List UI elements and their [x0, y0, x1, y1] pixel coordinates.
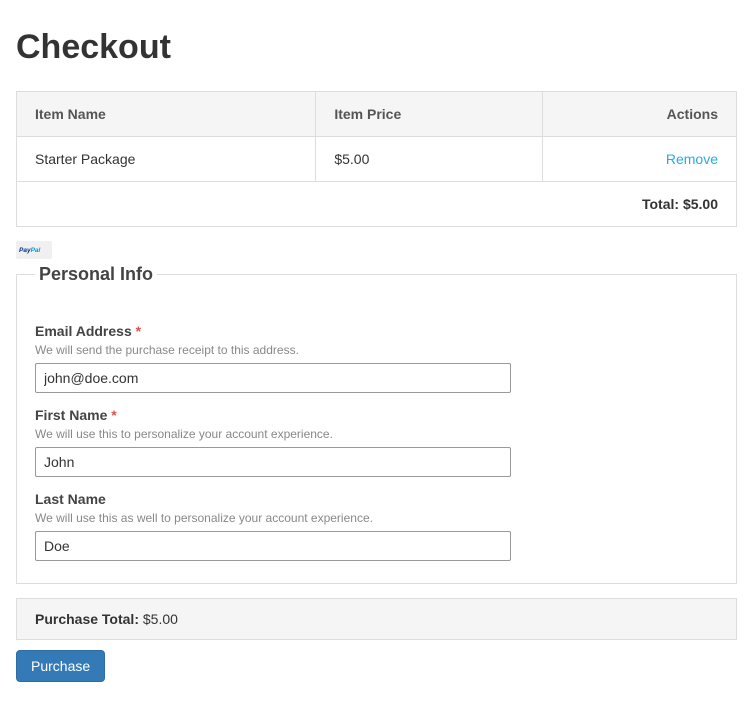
table-row: Starter Package $5.00 Remove — [17, 137, 737, 182]
col-item-name: Item Name — [17, 92, 316, 137]
personal-info-legend: Personal Info — [35, 264, 157, 285]
first-name-required: * — [111, 407, 116, 423]
first-name-label: First Name * — [35, 407, 718, 423]
personal-info-fieldset: Personal Info Email Address * We will se… — [16, 264, 737, 584]
cart-total-value: $5.00 — [683, 196, 718, 212]
last-name-label: Last Name — [35, 491, 718, 507]
paypal-icon: PayPal — [16, 241, 52, 259]
last-name-field[interactable] — [35, 531, 511, 561]
purchase-total-bar: Purchase Total: $5.00 — [16, 598, 737, 640]
email-field[interactable] — [35, 363, 511, 393]
last-name-help: We will use this as well to personalize … — [35, 511, 718, 525]
purchase-total-value: $5.00 — [143, 611, 178, 627]
remove-link[interactable]: Remove — [666, 151, 718, 167]
cart-total-row: Total: $5.00 — [17, 182, 737, 227]
cart-total-label: Total: — [642, 196, 679, 212]
first-name-help: We will use this to personalize your acc… — [35, 427, 718, 441]
email-required: * — [136, 323, 141, 339]
email-label: Email Address * — [35, 323, 718, 339]
cell-item-name: Starter Package — [17, 137, 316, 182]
cart-table: Item Name Item Price Actions Starter Pac… — [16, 91, 737, 227]
cell-item-price: $5.00 — [316, 137, 542, 182]
page-title: Checkout — [16, 28, 737, 67]
purchase-button[interactable]: Purchase — [16, 650, 105, 682]
col-item-price: Item Price — [316, 92, 542, 137]
svg-text:PayPal: PayPal — [19, 247, 41, 254]
email-help: We will send the purchase receipt to thi… — [35, 343, 718, 357]
purchase-total-label: Purchase Total: — [35, 611, 139, 627]
first-name-field[interactable] — [35, 447, 511, 477]
col-actions: Actions — [542, 92, 736, 137]
